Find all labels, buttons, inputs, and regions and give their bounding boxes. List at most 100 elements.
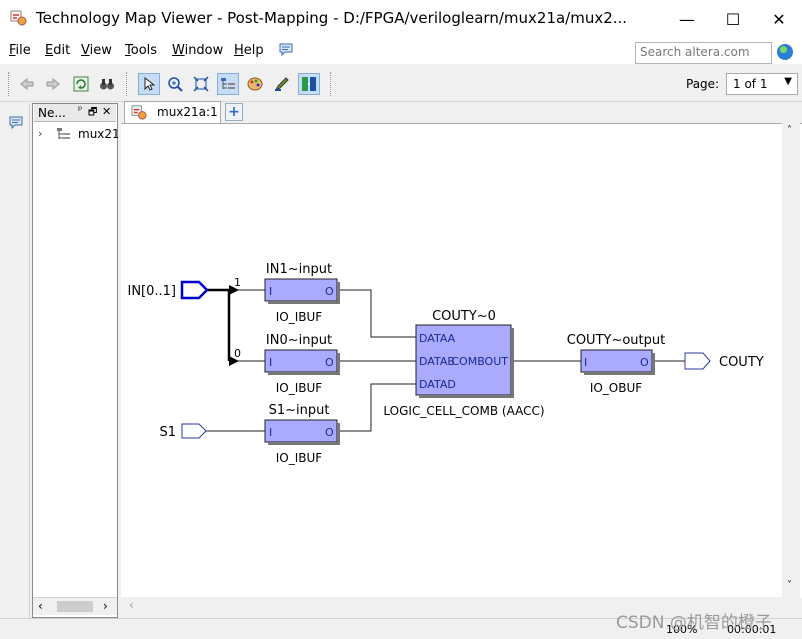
in0-input-type: IO_IBUF [276, 381, 323, 395]
pin-icon[interactable]: ᵖ [78, 105, 82, 116]
page-select-value: 1 of 1 [733, 77, 768, 91]
refresh-icon[interactable] [70, 73, 92, 95]
hierarchy-tree-icon [57, 128, 70, 139]
bus-in [206, 288, 231, 361]
s1-input-name: S1~input [269, 403, 330, 418]
in1-pin-o: O [325, 285, 334, 298]
schematic-canvas[interactable]: 1 0 IN[0..1] S1 IN1~input I O IO_IBUF IN… [121, 123, 802, 598]
add-tab-button[interactable]: + [225, 103, 243, 121]
wire-in1-to-dataa [338, 289, 416, 338]
block-shadow [337, 353, 340, 375]
nav-horizontal-scrollbar[interactable]: ‹ › [33, 597, 117, 615]
couty-output-name: COUTY~output [567, 333, 665, 348]
back-icon[interactable] [16, 73, 38, 95]
couty-pin-o: O [640, 356, 649, 369]
fit-window-icon[interactable] [190, 73, 212, 95]
scroll-up-icon[interactable]: ˄ [787, 125, 792, 136]
find-binoculars-icon[interactable] [96, 73, 118, 95]
maximize-button[interactable]: ☐ [710, 0, 756, 38]
tech-map-icon [131, 105, 147, 120]
block-shadow [419, 395, 514, 398]
s1-port-label: S1 [159, 425, 176, 440]
float-icon[interactable]: 🗗 [88, 105, 97, 122]
cell-pin-dataa: DATAA [419, 332, 456, 345]
app-icon [10, 10, 27, 26]
tree-item-mux21a[interactable]: mux21a [78, 127, 118, 141]
in1-pin-i: I [269, 285, 272, 298]
messages-icon[interactable] [9, 116, 23, 130]
couty-port-icon[interactable] [684, 352, 711, 370]
close-icon[interactable]: ✕ [102, 105, 111, 118]
couty-port-label: COUTY [719, 355, 764, 370]
toolbar-separator [126, 72, 127, 96]
color-palette-icon[interactable] [244, 73, 266, 95]
bus-bit-1-label: 1 [234, 276, 241, 289]
couty-cell-type: LOGIC_CELL_COMB (AACC) [383, 404, 544, 418]
s1-pin-i: I [269, 426, 272, 439]
menu-file[interactable]: File [9, 43, 31, 58]
toolbar [0, 66, 802, 102]
chat-help-icon[interactable] [279, 43, 293, 57]
netlist-navigator-panel [32, 103, 118, 618]
s1-input-type: IO_IBUF [276, 451, 323, 465]
block-shadow [337, 282, 340, 304]
schematic[interactable]: 1 0 IN[0..1] S1 IN1~input I O IO_IBUF IN… [121, 124, 781, 598]
in-bus-port-icon[interactable] [180, 280, 209, 300]
watermark: CSDN @机智的橙子 [616, 613, 772, 633]
menu-tools[interactable]: Tools [125, 43, 157, 58]
bus-bit-0-label: 0 [234, 347, 241, 360]
menu-view[interactable]: View [81, 43, 112, 58]
search-input[interactable]: Search altera.com [635, 42, 772, 64]
scroll-left-icon[interactable]: ‹ [38, 599, 43, 613]
in-bus-port-label: IN[0..1] [127, 284, 176, 299]
in1-input-name: IN1~input [266, 262, 332, 277]
in1-input-type: IO_IBUF [276, 310, 323, 324]
s1-port-icon[interactable] [181, 423, 207, 439]
netlist-navigator-tab[interactable]: Ne... ᵖ 🗗 ✕ [34, 104, 116, 122]
minimize-button[interactable]: — [664, 0, 710, 38]
page-select[interactable]: 1 of 1 ▼ [726, 73, 798, 95]
s1-pin-o: O [325, 426, 334, 439]
vertical-scrollbar[interactable]: ˄ ˅ [782, 123, 800, 598]
block-shadow [268, 442, 340, 445]
window-title: Technology Map Viewer - Post-Mapping - D… [36, 9, 628, 27]
scroll-down-icon[interactable]: ˅ [787, 580, 792, 591]
hierarchy-list-icon[interactable] [217, 73, 239, 95]
in0-pin-o: O [325, 356, 334, 369]
chevron-right-icon[interactable]: › [38, 127, 42, 140]
block-shadow [584, 372, 655, 375]
toolbar-separator [330, 72, 331, 96]
couty-pin-i: I [584, 356, 587, 369]
pen-edit-icon[interactable] [271, 73, 293, 95]
globe-icon[interactable] [777, 44, 793, 60]
tab-mux21a[interactable]: mux21a:1 [124, 101, 221, 123]
in0-pin-i: I [269, 356, 272, 369]
cell-pin-datab: DATAB [419, 355, 455, 368]
toolbar-grip [8, 72, 9, 96]
scroll-thumb[interactable] [57, 601, 93, 612]
cell-pin-datad: DATAD [419, 378, 456, 391]
block-shadow [268, 372, 340, 375]
couty-cell-name: COUTY~0 [432, 309, 496, 324]
zoom-icon[interactable] [164, 73, 186, 95]
block-shadow [511, 328, 514, 398]
page-label: Page: [686, 77, 720, 91]
cell-pin-combout: COMBOUT [451, 355, 508, 368]
menu-edit[interactable]: Edit [45, 43, 70, 58]
nav-tab-label: Ne... [38, 106, 66, 120]
close-button[interactable]: ✕ [756, 0, 802, 38]
chevron-down-icon: ▼ [784, 76, 792, 87]
menu-help[interactable]: Help [234, 43, 264, 58]
block-shadow [337, 423, 340, 445]
menu-window[interactable]: Window [172, 43, 223, 58]
tab-label: mux21a:1 [157, 105, 218, 119]
select-pointer-icon[interactable] [138, 73, 160, 95]
scroll-right-icon[interactable]: › [103, 599, 108, 613]
scroll-left-icon[interactable]: ‹ [129, 598, 134, 612]
in0-input-name: IN0~input [266, 333, 332, 348]
forward-icon[interactable] [42, 73, 64, 95]
left-dock-strip [0, 103, 30, 618]
block-shadow [652, 353, 655, 375]
netlist-navigator-icon[interactable] [298, 73, 320, 95]
couty-output-type: IO_OBUF [590, 381, 642, 395]
